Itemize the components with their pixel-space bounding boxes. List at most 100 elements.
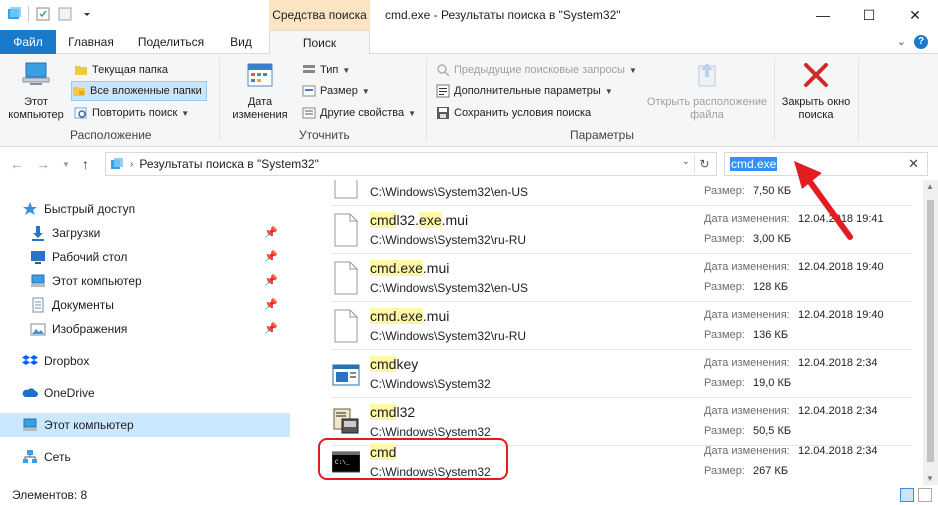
scroll-thumb[interactable] <box>927 200 934 462</box>
size-label: Размер: <box>704 465 745 477</box>
save-search-button[interactable]: Сохранить условия поиска <box>436 103 591 123</box>
sidebar-item-label: Быстрый доступ <box>44 202 136 216</box>
list-item[interactable]: cmdkey C:\Windows\System32 Дата изменени… <box>298 350 912 398</box>
open-file-location-button[interactable]: Открыть расположение файла <box>644 60 770 122</box>
tab-home[interactable]: Главная <box>56 30 126 54</box>
recent-locations-icon[interactable]: ▼ <box>62 160 70 169</box>
vertical-scrollbar[interactable]: ▲ ▼ <box>923 180 938 485</box>
scroll-down-icon[interactable]: ▼ <box>926 474 934 483</box>
tab-file[interactable]: Файл <box>0 30 56 54</box>
large-icons-view-icon[interactable] <box>918 488 932 502</box>
qat-dropdown-icon[interactable] <box>79 6 95 22</box>
title-bar: Средства поиска cmd.exe - Результаты пои… <box>0 0 938 30</box>
pin-icon[interactable]: 📌 <box>264 250 278 263</box>
computer-icon <box>23 418 37 431</box>
breadcrumb[interactable]: Результаты поиска в "System32" <box>139 157 319 171</box>
sidebar-item-label: Документы <box>52 298 114 312</box>
desktop-icon <box>31 251 45 264</box>
sidebar-item-network[interactable]: Сеть <box>0 445 290 469</box>
group-separator <box>774 58 775 140</box>
sidebar-item-downloads[interactable]: Загрузки 📌 <box>0 221 290 245</box>
search-query[interactable]: cmd.exe <box>730 157 778 171</box>
recent-searches-button[interactable]: Предыдущие поисковые запросы ▼ <box>436 60 637 80</box>
file-size: 136 КБ <box>753 329 789 341</box>
explorer-icon[interactable] <box>6 6 22 22</box>
context-tab-search-tools: Средства поиска <box>269 0 370 30</box>
close-search-button[interactable]: Закрыть окно поиска <box>778 60 854 122</box>
quick-access-toolbar <box>6 6 95 22</box>
sidebar-item-documents[interactable]: Документы 📌 <box>0 293 290 317</box>
sidebar-item-onedrive[interactable]: OneDrive <box>0 381 290 405</box>
expand-ribbon-icon[interactable]: ⌄ <box>897 35 906 49</box>
file-size: 128 КБ <box>753 281 789 293</box>
search-again-button[interactable]: Повторить поиск ▼ <box>74 103 189 123</box>
group-separator <box>426 58 427 140</box>
date-label: Дата изменения: <box>704 357 790 369</box>
sidebar-item-desktop[interactable]: Рабочий стол 📌 <box>0 245 290 269</box>
date-label: Дата изменения: <box>704 309 790 321</box>
search-again-icon <box>74 107 87 119</box>
breadcrumb-chevron-icon[interactable]: › <box>130 159 133 170</box>
date-modified-button[interactable]: Дата изменения <box>225 60 295 122</box>
tab-view[interactable]: Вид <box>216 30 266 54</box>
sidebar-item-this-pc[interactable]: Этот компьютер <box>0 413 290 437</box>
current-folder-button[interactable]: Текущая папка <box>74 60 168 80</box>
back-arrow-icon[interactable]: ← <box>10 156 24 172</box>
ribbon: Этот компьютер Текущая папка Все вложенн… <box>0 54 938 147</box>
all-subfolders-button[interactable]: Все вложенные папки <box>71 81 207 101</box>
sidebar-item-this-pc-pinned[interactable]: Этот компьютер 📌 <box>0 269 290 293</box>
sidebar-item-label: Загрузки <box>52 226 101 240</box>
advanced-options-icon <box>436 84 450 98</box>
minimize-button[interactable]: — <box>800 0 846 30</box>
file-path: C:\Windows\System32 <box>370 425 491 439</box>
options-group-label: Параметры <box>570 128 634 142</box>
this-pc-button[interactable]: Этот компьютер <box>6 60 66 122</box>
ribbon-right-controls: ⌄ ? <box>897 35 928 49</box>
scroll-up-icon[interactable]: ▲ <box>926 182 934 191</box>
details-view-icon[interactable] <box>900 488 914 502</box>
list-item[interactable]: cmd.exe.mui C:\Windows\System32\en-US Да… <box>298 254 912 302</box>
kind-button[interactable]: Тип ▼ <box>302 60 350 80</box>
date-modified-label: Дата изменения <box>232 96 288 121</box>
sidebar-item-label: Этот компьютер <box>44 418 134 432</box>
name-part: .mui <box>441 212 469 228</box>
sidebar-item-dropbox[interactable]: Dropbox <box>0 349 290 373</box>
pin-icon[interactable]: 📌 <box>264 274 278 287</box>
chevron-down-icon: ▼ <box>342 65 351 75</box>
date-label: Дата изменения: <box>704 445 790 457</box>
pin-icon[interactable]: 📌 <box>264 298 278 311</box>
properties-icon[interactable] <box>35 6 51 22</box>
pin-icon[interactable]: 📌 <box>264 226 278 239</box>
sidebar-item-quick-access[interactable]: Быстрый доступ <box>0 197 290 221</box>
sidebar-item-pictures[interactable]: Изображения 📌 <box>0 317 290 341</box>
tab-share[interactable]: Поделиться <box>126 30 216 54</box>
address-history-chevron-icon[interactable]: ⌄ <box>682 156 690 167</box>
size-label: Размер: <box>704 377 745 389</box>
list-item[interactable]: cmd.exe.mui C:\Windows\System32\ru-RU Да… <box>298 302 912 350</box>
name-part: .mui <box>422 308 450 324</box>
forward-arrow-icon[interactable]: → <box>36 156 50 172</box>
name-part: .mui <box>422 260 450 276</box>
close-button[interactable]: ✕ <box>892 0 938 30</box>
close-search-label: Закрыть окно поиска <box>781 96 851 121</box>
clear-search-icon[interactable]: ✕ <box>908 156 919 172</box>
date-label: Дата изменения: <box>704 405 790 417</box>
download-icon <box>32 226 44 241</box>
recent-searches-label: Предыдущие поисковые запросы <box>454 64 625 76</box>
size-label: Размер <box>320 85 358 97</box>
maximize-button[interactable]: ☐ <box>846 0 892 30</box>
address-bar[interactable]: › Результаты поиска в "System32" ⌄ ↻ <box>105 152 717 176</box>
up-arrow-icon[interactable]: ↑ <box>82 156 89 172</box>
tab-search[interactable]: Поиск <box>269 30 370 55</box>
advanced-options-button[interactable]: Дополнительные параметры ▼ <box>436 81 613 101</box>
help-icon[interactable]: ? <box>914 35 928 49</box>
other-properties-button[interactable]: Другие свойства ▼ <box>302 103 416 123</box>
file-name: cmdl32.exe.mui <box>370 212 468 228</box>
size-button[interactable]: Размер ▼ <box>302 81 370 101</box>
file-date: 12.04.2018 2:34 <box>798 357 878 369</box>
group-separator <box>219 58 220 140</box>
new-folder-icon[interactable] <box>57 6 73 22</box>
refresh-icon[interactable]: ↻ <box>694 154 714 174</box>
name-part: l32. <box>396 212 420 228</box>
pin-icon[interactable]: 📌 <box>264 322 278 335</box>
